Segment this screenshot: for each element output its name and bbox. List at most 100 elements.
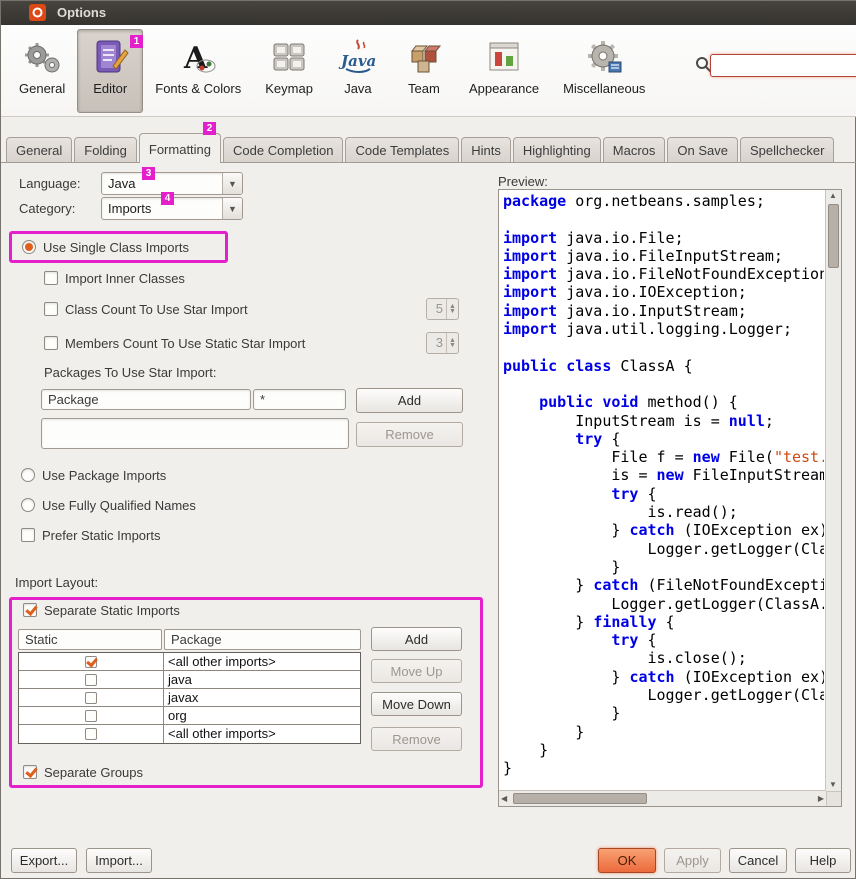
annotation-badge-2: 2 (203, 122, 216, 135)
horizontal-scroll-thumb[interactable] (513, 793, 647, 804)
prefer-static-imports-label[interactable]: Prefer Static Imports (42, 528, 160, 543)
tab-on-save[interactable]: On Save (667, 137, 738, 162)
static-cell (19, 725, 164, 743)
separate-static-imports-checkbox[interactable] (23, 603, 37, 617)
options-dialog: { "window": { "title": "Options" }, "ann… (0, 0, 856, 879)
import-layout-row[interactable]: javax (19, 689, 360, 707)
preview-horizontal-scrollbar[interactable]: ◀ ▶ (499, 790, 826, 806)
tab-hints[interactable]: Hints (461, 137, 511, 162)
java-icon: Java (337, 36, 379, 78)
import-button[interactable]: Import... (86, 848, 152, 873)
apply-button[interactable]: Apply (664, 848, 721, 873)
category-label: Team (408, 81, 440, 96)
chevron-down-icon[interactable]: ▼ (222, 173, 242, 194)
import-layout-row[interactable]: <all other imports> (19, 653, 360, 671)
category-label: Fonts & Colors (155, 81, 241, 96)
category-team[interactable]: Team (391, 29, 457, 113)
tab-macros[interactable]: Macros (603, 137, 666, 162)
window-title: Options (57, 5, 106, 20)
use-single-class-imports-label[interactable]: Use Single Class Imports (43, 240, 189, 255)
star-table-header-star[interactable]: * (253, 389, 346, 410)
ok-button[interactable]: OK (598, 848, 656, 873)
star-remove-button[interactable]: Remove (356, 422, 463, 447)
team-icon (403, 36, 445, 78)
category-fonts-colors[interactable]: A Fonts & Colors (143, 29, 253, 113)
category-java[interactable]: Java Java (325, 29, 391, 113)
tab-code-completion[interactable]: Code Completion (223, 137, 343, 162)
tab-formatting[interactable]: Formatting (139, 133, 221, 163)
separate-groups-checkbox[interactable] (23, 765, 37, 779)
static-checkbox[interactable] (85, 692, 97, 704)
package-cell: org (164, 707, 360, 724)
fonts-colors-icon: A (177, 36, 219, 78)
language-value: Java (102, 176, 222, 191)
import-layout-table-body: <all other imports>javajavaxorg<all othe… (18, 652, 361, 744)
class-count-checkbox[interactable] (44, 302, 58, 316)
import-layout-row[interactable]: org (19, 707, 360, 725)
members-count-checkbox[interactable] (44, 336, 58, 350)
search-input[interactable] (710, 54, 856, 77)
category-label: Appearance (469, 81, 539, 96)
scroll-down-arrow-icon[interactable]: ▼ (829, 780, 837, 790)
use-fully-qualified-radio[interactable] (21, 498, 35, 512)
package-cell: <all other imports> (164, 725, 360, 743)
annotation-badge-3: 3 (142, 167, 155, 180)
tab-highlighting[interactable]: Highlighting (513, 137, 601, 162)
scroll-left-arrow-icon[interactable]: ◀ (501, 794, 507, 804)
star-table-empty-area[interactable] (41, 418, 349, 449)
export-button[interactable]: Export... (11, 848, 77, 873)
preview-pane: package org.netbeans.samples; import jav… (498, 189, 842, 807)
help-button[interactable]: Help (795, 848, 851, 873)
preview-label: Preview: (498, 174, 548, 189)
separate-groups-label[interactable]: Separate Groups (44, 765, 143, 780)
chevron-down-icon[interactable]: ▼ (222, 198, 242, 219)
members-count-label[interactable]: Members Count To Use Static Star Import (65, 336, 305, 351)
preview-vertical-scrollbar[interactable]: ▲ ▼ (825, 190, 841, 791)
spinner-arrows-icon[interactable]: ▲▼ (446, 333, 458, 353)
scroll-up-arrow-icon[interactable]: ▲ (829, 191, 837, 201)
tab-folding[interactable]: Folding (74, 137, 137, 162)
move-down-button[interactable]: Move Down (371, 692, 462, 716)
use-package-imports-radio[interactable] (21, 468, 35, 482)
category-miscellaneous[interactable]: Miscellaneous (551, 29, 657, 113)
tab-code-templates[interactable]: Code Templates (345, 137, 459, 162)
import-inner-classes-checkbox[interactable] (44, 271, 58, 285)
cancel-button[interactable]: Cancel (729, 848, 787, 873)
static-cell (19, 689, 164, 706)
category-keymap[interactable]: Keymap (253, 29, 325, 113)
preview-code: package org.netbeans.samples; import jav… (503, 192, 824, 789)
use-single-class-imports-radio[interactable] (22, 240, 36, 254)
star-table-header-package[interactable]: Package (41, 389, 251, 410)
prefer-static-imports-checkbox[interactable] (21, 528, 35, 542)
spinner-arrows-icon[interactable]: ▲▼ (446, 299, 458, 319)
layout-remove-button[interactable]: Remove (371, 727, 462, 751)
vertical-scroll-thumb[interactable] (828, 204, 839, 268)
static-checkbox[interactable] (85, 728, 97, 740)
static-checkbox[interactable] (85, 674, 97, 686)
use-fully-qualified-label[interactable]: Use Fully Qualified Names (42, 498, 196, 513)
package-cell: java (164, 671, 360, 688)
category-general[interactable]: General (7, 29, 77, 113)
tab-general[interactable]: General (6, 137, 72, 162)
package-cell: <all other imports> (164, 653, 360, 670)
static-cell (19, 707, 164, 724)
static-checkbox[interactable] (85, 656, 97, 668)
layout-add-button[interactable]: Add (371, 627, 462, 651)
category-list: General Editor A (7, 25, 657, 116)
category-appearance[interactable]: Appearance (457, 29, 551, 113)
separate-static-imports-label[interactable]: Separate Static Imports (44, 603, 180, 618)
import-layout-row[interactable]: java (19, 671, 360, 689)
layout-header-package[interactable]: Package (164, 629, 361, 650)
static-checkbox[interactable] (85, 710, 97, 722)
import-layout-row[interactable]: <all other imports> (19, 725, 360, 743)
import-inner-classes-label[interactable]: Import Inner Classes (65, 271, 185, 286)
members-count-spinner[interactable]: 3 ▲▼ (426, 332, 459, 354)
scroll-right-arrow-icon[interactable]: ▶ (818, 794, 824, 804)
use-package-imports-label[interactable]: Use Package Imports (42, 468, 166, 483)
star-add-button[interactable]: Add (356, 388, 463, 413)
tab-spellchecker[interactable]: Spellchecker (740, 137, 834, 162)
layout-header-static[interactable]: Static (18, 629, 162, 650)
class-count-label[interactable]: Class Count To Use Star Import (65, 302, 248, 317)
move-up-button[interactable]: Move Up (371, 659, 462, 683)
class-count-spinner[interactable]: 5 ▲▼ (426, 298, 459, 320)
